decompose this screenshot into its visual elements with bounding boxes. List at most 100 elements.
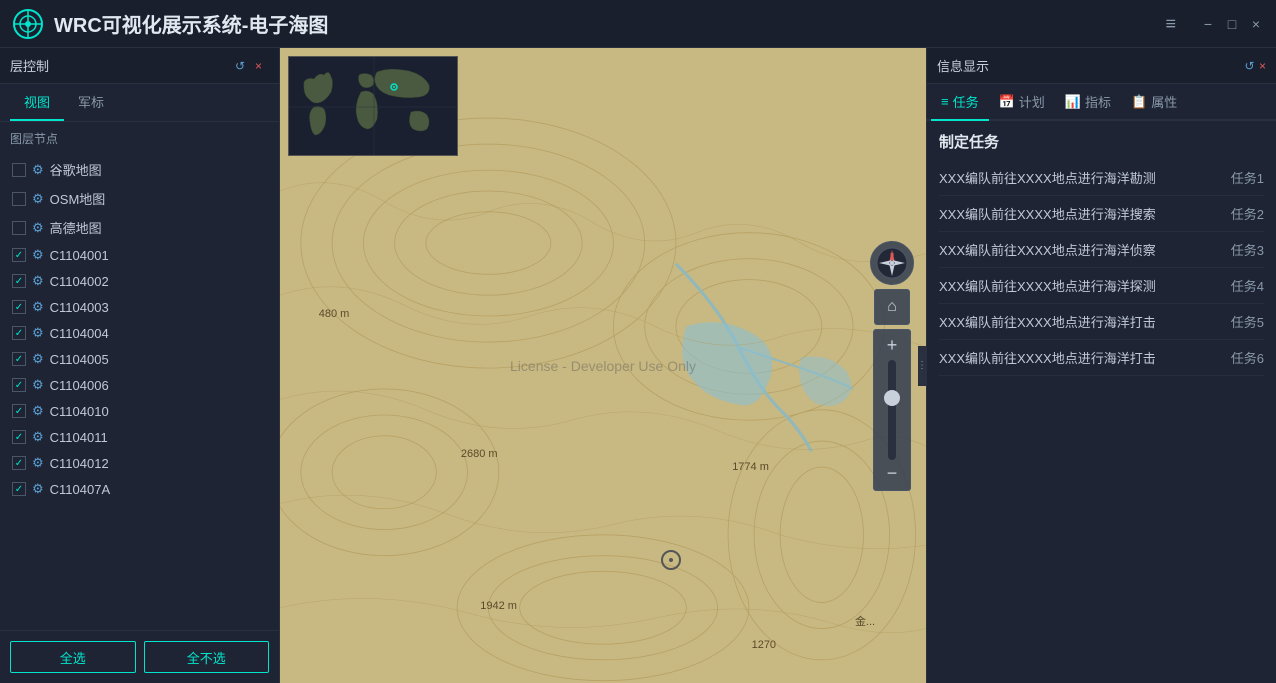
zoom-thumb[interactable]: [884, 390, 900, 406]
mini-map-svg: [289, 57, 458, 156]
layer-name: 高德地图: [50, 218, 102, 237]
layer-gear-icon[interactable]: ⚙: [32, 325, 44, 341]
app-logo: [12, 8, 44, 40]
layer-gear-icon[interactable]: ⚙: [32, 220, 44, 236]
layer-item[interactable]: ⚙ C1104011: [0, 424, 279, 450]
metrics-tab-icon: 📊: [1065, 94, 1081, 110]
right-close-icon[interactable]: ×: [1259, 59, 1266, 73]
layer-gear-icon[interactable]: ⚙: [32, 191, 44, 207]
layer-gear-icon[interactable]: ⚙: [32, 273, 44, 289]
right-panel: 信息显示 ↺ × ≡ 任务 📅 计划 📊 指标 📋 属性: [926, 48, 1276, 683]
tab-attributes[interactable]: 📋 属性: [1121, 84, 1187, 121]
layer-name: C110407A: [50, 482, 110, 497]
close-button[interactable]: ×: [1248, 16, 1264, 32]
task-item[interactable]: XXX编队前往XXXX地点进行海洋打击 任务5: [939, 304, 1264, 340]
tab-military[interactable]: 军标: [64, 84, 118, 121]
compass[interactable]: N: [870, 241, 914, 285]
left-panel-icons: ↺ ×: [235, 59, 269, 73]
layer-gear-icon[interactable]: ⚙: [32, 403, 44, 419]
task-item[interactable]: XXX编队前往XXXX地点进行海洋打击 任务6: [939, 340, 1264, 376]
layer-name: C1104012: [50, 456, 109, 471]
map-area[interactable]: License - Developer Use Only 480 m 2680 …: [280, 48, 926, 683]
layer-gear-icon[interactable]: ⚙: [32, 455, 44, 471]
layer-checkbox[interactable]: [12, 430, 26, 444]
zoom-out-button[interactable]: −: [878, 462, 906, 486]
layer-checkbox[interactable]: [12, 326, 26, 340]
task-description: XXX编队前往XXXX地点进行海洋打击: [939, 312, 1221, 331]
close-panel-icon[interactable]: ×: [255, 59, 269, 73]
map-right-handle[interactable]: ⋮: [918, 346, 926, 386]
layer-checkbox[interactable]: [12, 378, 26, 392]
layer-checkbox[interactable]: [12, 482, 26, 496]
layer-checkbox[interactable]: [12, 192, 26, 206]
attr-tab-icon: 📋: [1131, 94, 1147, 110]
tab-metrics[interactable]: 📊 指标: [1055, 84, 1121, 121]
layer-name: C1104002: [50, 274, 109, 289]
maximize-button[interactable]: □: [1224, 16, 1240, 32]
zoom-in-button[interactable]: +: [878, 334, 906, 358]
attr-tab-label: 属性: [1151, 92, 1177, 111]
deselect-all-button[interactable]: 全不选: [144, 641, 270, 673]
layer-item[interactable]: ⚙ C110407A: [0, 476, 279, 502]
task-description: XXX编队前往XXXX地点进行海洋打击: [939, 348, 1221, 367]
layer-name: C1104010: [50, 404, 109, 419]
refresh-icon[interactable]: ↺: [235, 59, 249, 73]
menu-button[interactable]: ≡: [1165, 13, 1176, 34]
layer-gear-icon[interactable]: ⚙: [32, 299, 44, 315]
layer-item[interactable]: ⚙ C1104010: [0, 398, 279, 424]
home-icon: ⌂: [887, 298, 897, 316]
tab-view[interactable]: 视图: [10, 84, 64, 121]
layer-gear-icon[interactable]: ⚙: [32, 429, 44, 445]
select-all-button[interactable]: 全选: [10, 641, 136, 673]
layer-item[interactable]: ⚙ C1104006: [0, 372, 279, 398]
layer-name: C1104003: [50, 300, 109, 315]
layer-gear-icon[interactable]: ⚙: [32, 351, 44, 367]
layer-gear-icon[interactable]: ⚙: [32, 377, 44, 393]
layer-item[interactable]: ⚙ C1104004: [0, 320, 279, 346]
layer-checkbox[interactable]: [12, 274, 26, 288]
right-refresh-icon[interactable]: ↺: [1244, 59, 1254, 73]
tab-plan[interactable]: 📅 计划: [989, 84, 1055, 121]
bottom-buttons: 全选 全不选: [0, 630, 279, 683]
task-item[interactable]: XXX编队前往XXXX地点进行海洋搜索 任务2: [939, 196, 1264, 232]
layer-gear-icon[interactable]: ⚙: [32, 247, 44, 263]
metrics-tab-label: 指标: [1085, 92, 1111, 111]
layer-checkbox[interactable]: [12, 248, 26, 262]
map-controls: N ⌂ + −: [870, 241, 914, 491]
layer-checkbox[interactable]: [12, 404, 26, 418]
layer-checkbox[interactable]: [12, 352, 26, 366]
plan-tab-icon: 📅: [999, 94, 1015, 110]
task-description: XXX编队前往XXXX地点进行海洋侦察: [939, 240, 1221, 259]
layer-item[interactable]: ⚙ 高德地图: [0, 213, 279, 242]
map-label-jin: 金...: [855, 613, 875, 629]
layer-name: C1104006: [50, 378, 109, 393]
layer-item[interactable]: ⚙ 谷歌地图: [0, 155, 279, 184]
layer-checkbox[interactable]: [12, 456, 26, 470]
map-label-1774: 1774 m: [732, 461, 769, 473]
map-label-480: 480 m: [319, 308, 350, 320]
layer-item[interactable]: ⚙ C1104003: [0, 294, 279, 320]
plan-tab-label: 计划: [1019, 92, 1045, 111]
minimize-button[interactable]: −: [1200, 16, 1216, 32]
layer-section-label: 图层节点: [0, 122, 279, 151]
layer-gear-icon[interactable]: ⚙: [32, 162, 44, 178]
layer-checkbox[interactable]: [12, 163, 26, 177]
layer-item[interactable]: ⚙ C1104005: [0, 346, 279, 372]
layer-checkbox[interactable]: [12, 221, 26, 235]
left-tab-bar: 视图 军标: [0, 84, 279, 122]
layer-item[interactable]: ⚙ OSM地图: [0, 184, 279, 213]
task-item[interactable]: XXX编队前往XXXX地点进行海洋勘测 任务1: [939, 160, 1264, 196]
svg-text:N: N: [890, 253, 894, 259]
task-label: 任务6: [1231, 348, 1264, 367]
layer-item[interactable]: ⚙ C1104002: [0, 268, 279, 294]
home-button[interactable]: ⌂: [874, 289, 910, 325]
tab-task[interactable]: ≡ 任务: [931, 84, 989, 121]
task-item[interactable]: XXX编队前往XXXX地点进行海洋探测 任务4: [939, 268, 1264, 304]
task-description: XXX编队前往XXXX地点进行海洋探测: [939, 276, 1221, 295]
layer-item[interactable]: ⚙ C1104001: [0, 242, 279, 268]
layer-gear-icon[interactable]: ⚙: [32, 481, 44, 497]
layer-name: C1104004: [50, 326, 109, 341]
task-item[interactable]: XXX编队前往XXXX地点进行海洋侦察 任务3: [939, 232, 1264, 268]
layer-checkbox[interactable]: [12, 300, 26, 314]
layer-item[interactable]: ⚙ C1104012: [0, 450, 279, 476]
